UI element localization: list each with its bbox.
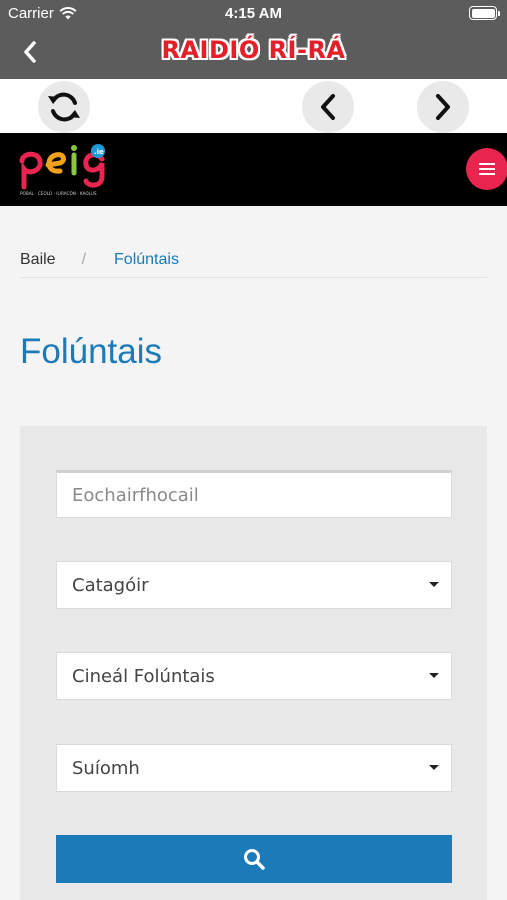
app-title: RAIDIÓ RÍ-RÁ: [161, 36, 346, 64]
location-select[interactable]: Suíomh: [56, 744, 452, 792]
svg-text:POBAL · CEOLO · ILIRACÓN · KAO: POBAL · CEOLO · ILIRACÓN · KAOLUS: [20, 191, 97, 196]
status-time: 4:15 AM: [225, 5, 282, 22]
page-title: Folúntais: [20, 332, 163, 371]
chevron-right-icon: [436, 94, 450, 120]
svg-text:.ie: .ie: [94, 148, 104, 156]
browser-toolbar: [0, 79, 507, 133]
caret-down-icon: [429, 582, 439, 587]
caret-down-icon: [429, 765, 439, 770]
breadcrumb-current[interactable]: Folúntais: [114, 251, 179, 269]
location-select-value: Suíomh: [72, 757, 140, 779]
chevron-left-icon: [321, 94, 335, 120]
hamburger-icon-line: [479, 168, 495, 170]
breadcrumb-separator: /: [81, 251, 87, 268]
refresh-button[interactable]: [38, 81, 90, 133]
search-icon: [244, 849, 265, 870]
status-bar: Carrier 4:15 AM: [0, 0, 507, 26]
caret-down-icon: [429, 673, 439, 678]
keyword-input[interactable]: Eochairfhocail: [56, 470, 452, 518]
main-content: Baile / Folúntais Folúntais Eochairfhoca…: [0, 206, 507, 900]
battery-icon: [469, 6, 500, 20]
breadcrumb-home-link[interactable]: Baile: [20, 251, 56, 269]
vacancy-type-select-value: Cineál Folúntais: [72, 665, 215, 687]
nav-bar: RAIDIÓ RÍ-RÁ: [0, 26, 507, 79]
hamburger-icon-line: [479, 173, 495, 175]
site-header: .ie POBAL · CEOLO · ILIRACÓN · KAOLUS: [0, 133, 507, 206]
search-button[interactable]: [56, 835, 452, 883]
category-select-value: Catagóir: [72, 574, 149, 596]
refresh-icon: [48, 92, 80, 122]
category-select[interactable]: Catagóir: [56, 561, 452, 609]
search-filter-panel: Eochairfhocail Catagóir Cineál Folúntais…: [20, 426, 487, 900]
menu-button[interactable]: [466, 148, 507, 190]
vacancy-type-select[interactable]: Cineál Folúntais: [56, 652, 452, 700]
keyword-placeholder: Eochairfhocail: [72, 484, 199, 506]
browser-back-button[interactable]: [302, 81, 354, 133]
peig-logo[interactable]: .ie POBAL · CEOLO · ILIRACÓN · KAOLUS: [16, 143, 118, 197]
hamburger-icon-line: [479, 163, 495, 165]
browser-forward-button[interactable]: [417, 81, 469, 133]
divider: [20, 277, 487, 278]
breadcrumb: Baile / Folúntais: [20, 251, 179, 269]
